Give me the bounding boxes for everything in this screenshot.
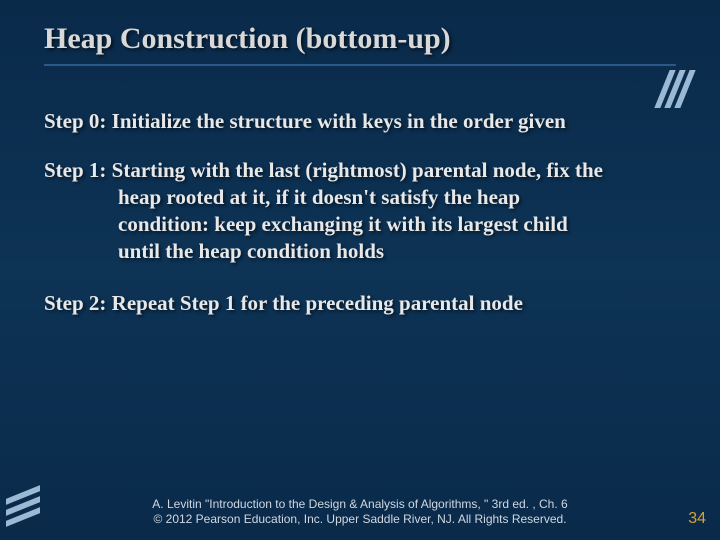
step-1: Step 1: Starting with the last (rightmos… — [44, 157, 676, 265]
slide-content: Step 0: Initialize the structure with ke… — [0, 66, 720, 317]
step-0: Step 0: Initialize the structure with ke… — [44, 108, 676, 135]
page-number: 34 — [688, 510, 706, 528]
step-1-line1: Step 1: Starting with the last (rightmos… — [44, 158, 603, 182]
step-1-line3: condition: keep exchanging it with its l… — [44, 211, 676, 238]
footer-line1: A. Levitin "Introduction to the Design &… — [0, 497, 720, 513]
step-1-line2: heap rooted at it, if it doesn't satisfy… — [44, 184, 676, 211]
decoration-top-slashes — [658, 70, 688, 113]
step-2: Step 2: Repeat Step 1 for the preceding … — [44, 290, 676, 317]
slide-title: Heap Construction (bottom-up) — [0, 0, 720, 56]
footer-line2: © 2012 Pearson Education, Inc. Upper Sad… — [0, 512, 720, 528]
footer-citation: A. Levitin "Introduction to the Design &… — [0, 497, 720, 528]
step-1-line4: until the heap condition holds — [44, 238, 676, 265]
